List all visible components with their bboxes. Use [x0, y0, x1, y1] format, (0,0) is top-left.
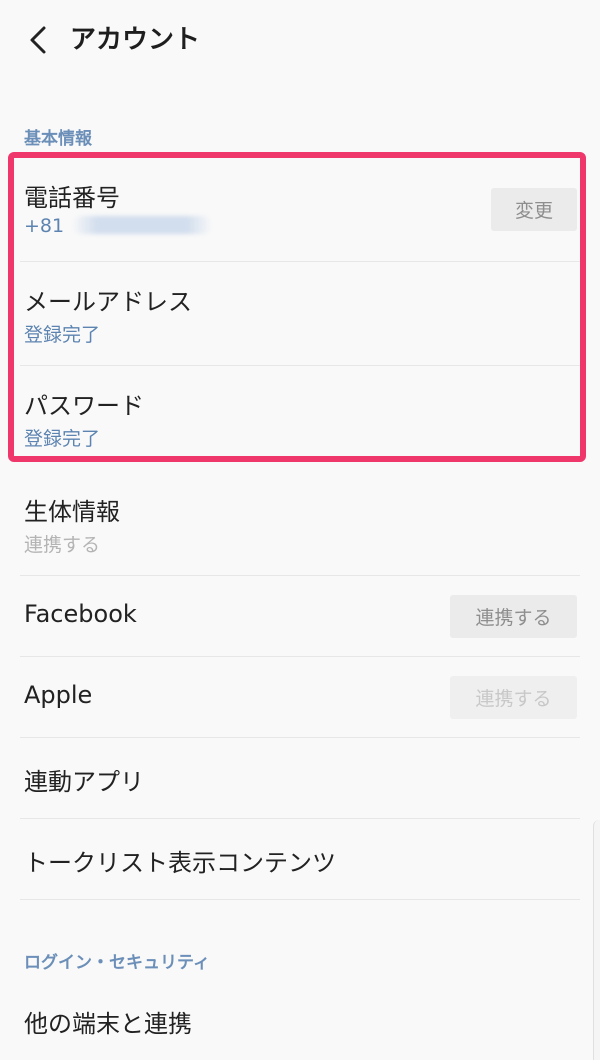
facebook-label: Facebook — [24, 600, 137, 628]
page-title: アカウント — [70, 25, 201, 55]
phone-number-value: +81 — [24, 215, 213, 237]
facebook-row[interactable]: Facebook 連携する — [0, 576, 600, 657]
email-status: 登録完了 — [24, 324, 101, 346]
scroll-edge-indicator — [593, 820, 600, 1060]
phone-number-row[interactable]: 電話番号 +81 変更 — [0, 158, 600, 262]
email-row[interactable]: メールアドレス 登録完了 — [0, 262, 600, 366]
other-devices-row[interactable]: 他の端末と連携 — [0, 988, 600, 1060]
redacted-phone-digits — [72, 216, 213, 234]
password-row[interactable]: パスワード 登録完了 — [0, 366, 600, 462]
talk-list-content-row[interactable]: トークリスト表示コンテンツ — [0, 819, 600, 900]
password-status: 登録完了 — [24, 428, 101, 450]
section-header-basic-info: 基本情報 — [24, 129, 92, 149]
apple-link-button[interactable]: 連携する — [450, 676, 577, 719]
back-button[interactable] — [20, 22, 56, 58]
password-label: パスワード — [24, 392, 144, 420]
facebook-link-button[interactable]: 連携する — [450, 595, 577, 638]
section-header-login-security: ログイン・セキュリティ — [24, 953, 210, 973]
other-devices-label: 他の端末と連携 — [24, 1010, 192, 1038]
talk-list-content-label: トークリスト表示コンテンツ — [24, 849, 336, 877]
apple-row[interactable]: Apple 連携する — [0, 657, 600, 738]
email-label: メールアドレス — [24, 288, 192, 316]
biometric-label: 生体情報 — [24, 498, 120, 526]
linked-apps-row[interactable]: 連動アプリ — [0, 738, 600, 819]
biometric-row[interactable]: 生体情報 連携する — [0, 470, 600, 576]
app-header: アカウント — [0, 0, 600, 82]
linked-apps-label: 連動アプリ — [24, 768, 144, 796]
change-phone-button[interactable]: 変更 — [491, 188, 577, 231]
row-divider — [20, 899, 580, 900]
apple-label: Apple — [24, 681, 93, 709]
chevron-left-icon — [30, 26, 46, 54]
phone-number-label: 電話番号 — [24, 184, 120, 212]
biometric-status: 連携する — [24, 534, 101, 556]
